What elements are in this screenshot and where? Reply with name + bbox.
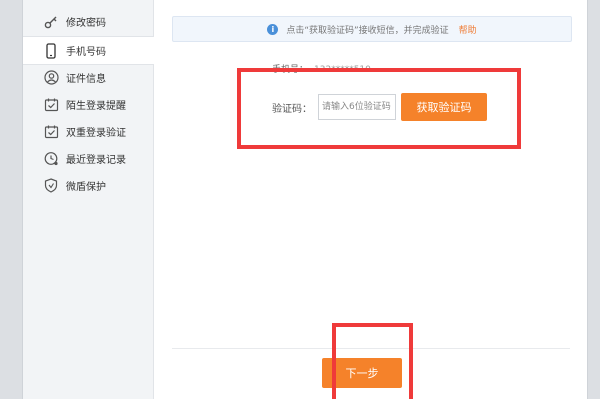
sidebar-item-stranger-login-alert[interactable]: 陌生登录提醒	[23, 91, 153, 118]
sidebar-item-label: 证件信息	[66, 74, 106, 85]
sidebar-item-shield-protection[interactable]: 微盾保护	[23, 172, 153, 199]
help-link[interactable]: 帮助	[459, 23, 477, 36]
sidebar-item-two-factor-login[interactable]: 双重登录验证	[23, 118, 153, 145]
info-icon: i	[267, 23, 279, 35]
sidebar-item-label: 双重登录验证	[66, 128, 126, 139]
sidebar-item-label: 陌生登录提醒	[66, 101, 126, 112]
annotation-box-next	[332, 323, 413, 399]
phone-icon	[43, 42, 59, 59]
sidebar-item-phone-number[interactable]: 手机号码	[23, 36, 154, 65]
notice-bar: i 点击“获取验证码”接收短信，并完成验证 帮助	[172, 16, 572, 42]
sidebar-item-label: 修改密码	[66, 18, 106, 29]
sidebar-item-label: 最近登录记录	[66, 155, 126, 166]
notice-text: 点击“获取验证码”接收短信，并完成验证	[286, 25, 449, 36]
sidebar-item-label: 手机号码	[66, 47, 106, 58]
user-icon	[43, 70, 59, 86]
calendar-check-icon	[43, 97, 59, 113]
settings-window: 修改密码 手机号码 证件信息 陌生登录提醒 双重登录验证 最近登录记录 微盾保护…	[22, 0, 588, 399]
calendar-check-icon	[43, 124, 59, 140]
sidebar-item-change-password[interactable]: 修改密码	[23, 8, 153, 35]
sidebar-item-label: 微盾保护	[66, 182, 106, 193]
sidebar: 修改密码 手机号码 证件信息 陌生登录提醒 双重登录验证 最近登录记录 微盾保护	[23, 0, 154, 399]
sidebar-item-recent-logins[interactable]: 最近登录记录	[23, 145, 153, 172]
clock-icon	[43, 151, 59, 167]
annotation-box-code	[237, 68, 521, 149]
key-icon	[43, 14, 59, 30]
sidebar-item-id-info[interactable]: 证件信息	[23, 64, 153, 91]
shield-icon	[43, 178, 59, 194]
